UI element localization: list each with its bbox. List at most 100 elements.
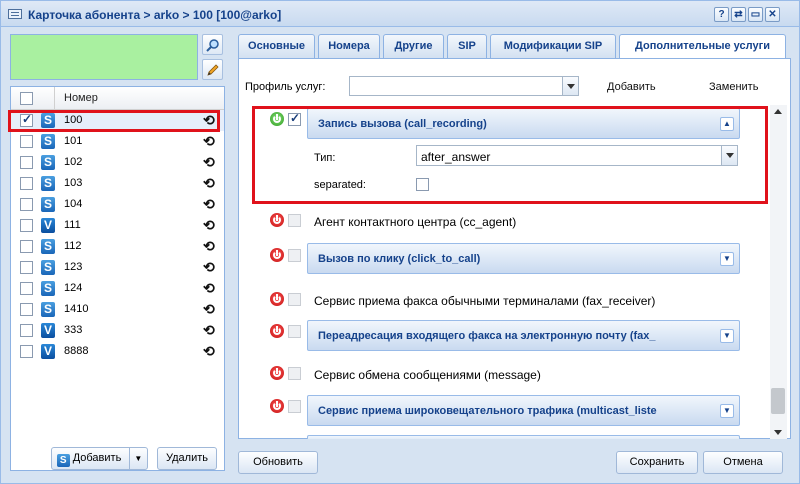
close-button[interactable]: ✕: [765, 7, 780, 22]
row-checkbox[interactable]: [20, 156, 33, 169]
history-icon[interactable]: ⟲: [203, 217, 215, 234]
service-checkbox[interactable]: [288, 325, 301, 338]
power-off-icon[interactable]: [270, 213, 284, 227]
history-icon[interactable]: ⟲: [203, 133, 215, 150]
list-item[interactable]: S 1410 ⟲: [11, 299, 224, 320]
select-all-checkbox[interactable]: [20, 92, 33, 105]
list-item[interactable]: S 124 ⟲: [11, 278, 224, 299]
header-separator: [54, 87, 55, 110]
service-title: Сервис приема широковещательного трафика…: [318, 405, 657, 417]
tab-other[interactable]: Другие: [383, 34, 444, 58]
list-item[interactable]: V 333 ⟲: [11, 320, 224, 341]
tab-numbers[interactable]: Номера: [318, 34, 380, 58]
scroll-up-icon[interactable]: [774, 109, 782, 114]
edit-button[interactable]: [202, 59, 223, 80]
service-checkbox[interactable]: [288, 367, 301, 380]
services-scrollbar[interactable]: [770, 105, 787, 439]
power-off-icon[interactable]: [270, 292, 284, 306]
row-checkbox[interactable]: [20, 345, 33, 358]
subscriber-type-icon: S: [41, 302, 55, 317]
history-icon[interactable]: ⟲: [203, 322, 215, 339]
scroll-thumb[interactable]: [771, 388, 785, 414]
service-checkbox[interactable]: [288, 400, 301, 413]
history-icon[interactable]: ⟲: [203, 301, 215, 318]
row-checkbox[interactable]: [20, 282, 33, 295]
numbers-list: Номер S100⟲S101⟲S102⟲S103⟲S104⟲V111⟲S112…: [10, 86, 225, 471]
row-checkbox[interactable]: [20, 177, 33, 190]
subscriber-number: 102: [64, 156, 83, 168]
selected-row-highlight: [8, 110, 220, 132]
service-title: Сервис обмена сообщениями (message): [314, 368, 541, 382]
expand-icon[interactable]: ▼: [720, 329, 734, 343]
tab-sip[interactable]: SIP: [447, 34, 487, 58]
power-off-icon[interactable]: [270, 366, 284, 380]
subscriber-type-icon: S: [41, 239, 55, 254]
search-button[interactable]: [202, 34, 223, 55]
list-item[interactable]: S 104 ⟲: [11, 194, 224, 215]
list-item[interactable]: S 102 ⟲: [11, 152, 224, 173]
delete-subscriber-button[interactable]: Удалить: [157, 447, 217, 470]
service-checkbox[interactable]: [288, 214, 301, 227]
subscriber-number: 103: [64, 177, 83, 189]
subscriber-type-icon: S: [41, 197, 55, 212]
service-panel-header[interactable]: Вызов по клику (click_to_call) ▼: [307, 243, 740, 274]
subscriber-number: 1410: [64, 303, 89, 315]
history-icon[interactable]: ⟲: [203, 259, 215, 276]
add-subscriber-button[interactable]: S Добавить ▼: [51, 447, 148, 470]
window-icon: [8, 9, 22, 19]
scroll-down-icon[interactable]: [774, 430, 782, 435]
service-panel-header[interactable]: Сервис приема широковещательного трафика…: [307, 395, 740, 426]
expand-icon[interactable]: ▼: [720, 404, 734, 418]
tab-main[interactable]: Основные: [238, 34, 315, 58]
list-item[interactable]: S 123 ⟲: [11, 257, 224, 278]
replace-profile-button[interactable]: Заменить: [709, 81, 758, 93]
history-icon[interactable]: ⟲: [203, 175, 215, 192]
service-checkbox[interactable]: [288, 293, 301, 306]
history-icon[interactable]: ⟲: [203, 154, 215, 171]
subscriber-s-icon: S: [56, 454, 70, 467]
save-button[interactable]: Сохранить: [616, 451, 698, 474]
subscriber-card-window: Карточка абонента > arko > 100 [100@arko…: [0, 0, 800, 484]
list-item[interactable]: S 112 ⟲: [11, 236, 224, 257]
service-profile-select[interactable]: [349, 76, 579, 96]
row-checkbox[interactable]: [20, 135, 33, 148]
list-item[interactable]: S 103 ⟲: [11, 173, 224, 194]
tab-sip-modifications[interactable]: Модификации SIP: [490, 34, 616, 58]
list-item[interactable]: S 101 ⟲: [11, 131, 224, 152]
row-checkbox[interactable]: [20, 303, 33, 316]
row-checkbox[interactable]: [20, 261, 33, 274]
subscriber-type-icon: V: [41, 218, 55, 233]
power-off-icon[interactable]: [270, 399, 284, 413]
row-checkbox[interactable]: [20, 240, 33, 253]
cancel-button[interactable]: Отмена: [703, 451, 783, 474]
subscriber-number: 124: [64, 282, 83, 294]
tab-bar: Основные Номера Другие SIP Модификации S…: [238, 34, 791, 59]
history-icon[interactable]: ⟲: [203, 238, 215, 255]
row-checkbox[interactable]: [20, 219, 33, 232]
history-icon[interactable]: ⟲: [203, 280, 215, 297]
expand-icon[interactable]: ▼: [720, 252, 734, 266]
subscriber-type-icon: S: [41, 281, 55, 296]
service-checkbox[interactable]: [288, 249, 301, 262]
subscriber-type-icon: V: [41, 344, 55, 359]
power-off-icon[interactable]: [270, 324, 284, 338]
list-item[interactable]: V 111 ⟲: [11, 215, 224, 236]
list-item[interactable]: V 8888 ⟲: [11, 341, 224, 362]
power-off-icon[interactable]: [270, 248, 284, 262]
chevron-down-icon[interactable]: [562, 77, 578, 95]
refresh-window-button[interactable]: ⇄: [731, 7, 746, 22]
history-icon[interactable]: ⟲: [203, 343, 215, 360]
add-profile-button[interactable]: Добавить: [607, 81, 656, 93]
history-icon[interactable]: ⟲: [203, 196, 215, 213]
subscriber-type-icon: S: [41, 260, 55, 275]
service-title: Сервис приема факса обычными терминалами…: [314, 294, 656, 308]
help-button[interactable]: ?: [714, 7, 729, 22]
row-checkbox[interactable]: [20, 324, 33, 337]
service-panel-header[interactable]: Переадресация входящего факса на электро…: [307, 320, 740, 351]
row-checkbox[interactable]: [20, 198, 33, 211]
tab-additional-services[interactable]: Дополнительные услуги: [619, 34, 786, 59]
refresh-button[interactable]: Обновить: [238, 451, 318, 474]
maximize-button[interactable]: ▭: [748, 7, 763, 22]
dropdown-arrow-icon[interactable]: ▼: [129, 448, 142, 469]
subscriber-number: 112: [64, 240, 82, 252]
